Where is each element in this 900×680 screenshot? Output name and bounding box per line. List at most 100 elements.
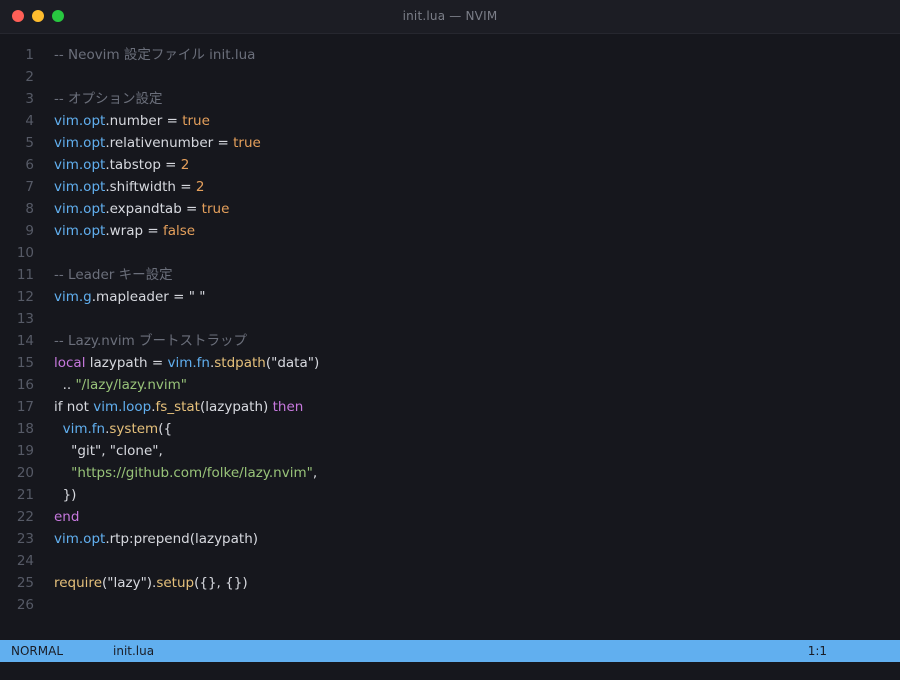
code-token: vim.g (54, 289, 92, 305)
editor-buffer[interactable]: 1 -- Neovim 設定ファイル init.lua 2 3 -- オプション設定 4 v… (0, 44, 900, 634)
code-token: .number = (105, 113, 183, 129)
code-token: ("lazy"). (102, 575, 157, 591)
line-number: 18 (16, 421, 34, 437)
code-line[interactable]: 9 vim.opt.wrap = false (0, 220, 900, 242)
code-line[interactable]: 24 (0, 550, 900, 572)
code-token: system (109, 421, 159, 437)
code-token: true (182, 113, 210, 129)
code-token: .. (54, 377, 76, 393)
line-code: "git", "clone", (54, 440, 163, 462)
code-token: lazypath = (85, 355, 168, 371)
line-number: 7 (25, 179, 34, 195)
line-number: 4 (25, 113, 34, 129)
line-number: 11 (16, 267, 34, 283)
code-token: "git", "clone", (54, 443, 163, 459)
mode-indicator: NORMAL (11, 644, 64, 658)
code-token: vim.opt (54, 223, 106, 239)
line-code: -- Neovim 設定ファイル init.lua (54, 44, 255, 66)
code-line[interactable]: 19 "git", "clone", (0, 440, 900, 462)
code-line[interactable]: 14 -- Lazy.nvim ブートストラップ (0, 330, 900, 352)
line-number: 24 (16, 553, 34, 569)
line-code: vim.opt.rtp:prepend(lazypath) (54, 528, 258, 550)
line-code: require("lazy").setup({}, {}) (54, 572, 248, 594)
line-number: 17 (16, 399, 34, 415)
line-number: 19 (16, 443, 34, 459)
code-token: fs_stat (155, 399, 200, 415)
code-token: , (312, 465, 318, 481)
code-line[interactable]: 11 -- Leader キー設定 (0, 264, 900, 286)
code-line[interactable]: 1 -- Neovim 設定ファイル init.lua (0, 44, 900, 66)
code-token: setup (156, 575, 195, 591)
code-line[interactable]: 17 if not vim.loop.fs_stat(lazypath) then (0, 396, 900, 418)
line-number: 16 (16, 377, 34, 393)
code-line[interactable]: 26 (0, 594, 900, 616)
line-code: "https://github.com/folke/lazy.nvim", (54, 462, 317, 484)
code-token: 2 (180, 157, 190, 173)
code-token: .mapleader = " " (91, 289, 206, 305)
line-number: 14 (16, 333, 34, 349)
code-line[interactable]: 2 (0, 66, 900, 88)
line-number: 25 (16, 575, 34, 591)
code-token: if not (54, 399, 94, 415)
line-number: 10 (16, 245, 34, 261)
line-code: vim.opt.expandtab = true (54, 198, 229, 220)
code-token: vim.opt (54, 157, 106, 173)
line-code: -- オプション設定 (54, 88, 163, 110)
code-line[interactable]: 20 "https://github.com/folke/lazy.nvim", (0, 462, 900, 484)
code-token: .relativenumber = (105, 135, 234, 151)
status-line: NORMAL init.lua 1:1 (0, 640, 900, 662)
code-token: local (54, 355, 86, 371)
code-token: true (201, 201, 230, 217)
code-line[interactable]: 8 vim.opt.expandtab = true (0, 198, 900, 220)
code-line[interactable]: 23 vim.opt.rtp:prepend(lazypath) (0, 528, 900, 550)
code-line[interactable]: 3 -- オプション設定 (0, 88, 900, 110)
line-number: 6 (25, 157, 34, 173)
code-token: -- Neovim 設定ファイル init.lua (54, 47, 256, 63)
code-token: .tabstop = (105, 157, 181, 173)
code-token: ({}, {}) (194, 575, 248, 591)
code-line[interactable]: 16 .. "/lazy/lazy.nvim" (0, 374, 900, 396)
line-number: 22 (16, 509, 34, 525)
line-code: -- Lazy.nvim ブートストラップ (54, 330, 247, 352)
code-token: require (54, 575, 102, 591)
code-token: -- Leader キー設定 (54, 267, 173, 283)
code-token: ({ (158, 421, 173, 437)
code-token: then (272, 399, 304, 415)
code-line[interactable]: 22 end (0, 506, 900, 528)
line-code: .. "/lazy/lazy.nvim" (54, 374, 187, 396)
code-token: vim.opt (54, 113, 106, 129)
code-token: vim.fn (167, 355, 210, 371)
code-token: vim.loop (93, 399, 152, 415)
code-token: 2 (195, 179, 205, 195)
code-token: true (233, 135, 261, 151)
code-token: vim.opt (54, 135, 106, 151)
code-line[interactable]: 12 vim.g.mapleader = " " (0, 286, 900, 308)
line-number: 13 (16, 311, 34, 327)
code-token: "/lazy/lazy.nvim" (75, 377, 187, 393)
line-code: vim.opt.wrap = false (54, 220, 195, 242)
code-line[interactable]: 18 vim.fn.system({ (0, 418, 900, 440)
code-token: vim.fn (62, 421, 106, 437)
line-number: 26 (16, 597, 34, 613)
code-token: end (54, 509, 80, 525)
code-line[interactable]: 6 vim.opt.tabstop = 2 (0, 154, 900, 176)
code-line[interactable]: 7 vim.opt.shiftwidth = 2 (0, 176, 900, 198)
code-line[interactable]: 21 }) (0, 484, 900, 506)
code-line[interactable]: 5 vim.opt.relativenumber = true (0, 132, 900, 154)
code-line[interactable]: 15 local lazypath = vim.fn.stdpath("data"… (0, 352, 900, 374)
code-token: false (162, 223, 196, 239)
line-code: vim.opt.shiftwidth = 2 (54, 176, 204, 198)
line-number: 5 (25, 135, 34, 151)
line-number: 20 (16, 465, 34, 481)
code-line[interactable]: 10 (0, 242, 900, 264)
code-line[interactable]: 25 require("lazy").setup({}, {}) (0, 572, 900, 594)
code-line[interactable]: 13 (0, 308, 900, 330)
code-token: -- オプション設定 (54, 91, 163, 107)
code-line[interactable]: 4 vim.opt.number = true (0, 110, 900, 132)
line-number: 23 (16, 531, 34, 547)
line-code: vim.opt.number = true (54, 110, 210, 132)
code-token: vim.opt (54, 179, 106, 195)
line-number: 1 (25, 47, 34, 63)
